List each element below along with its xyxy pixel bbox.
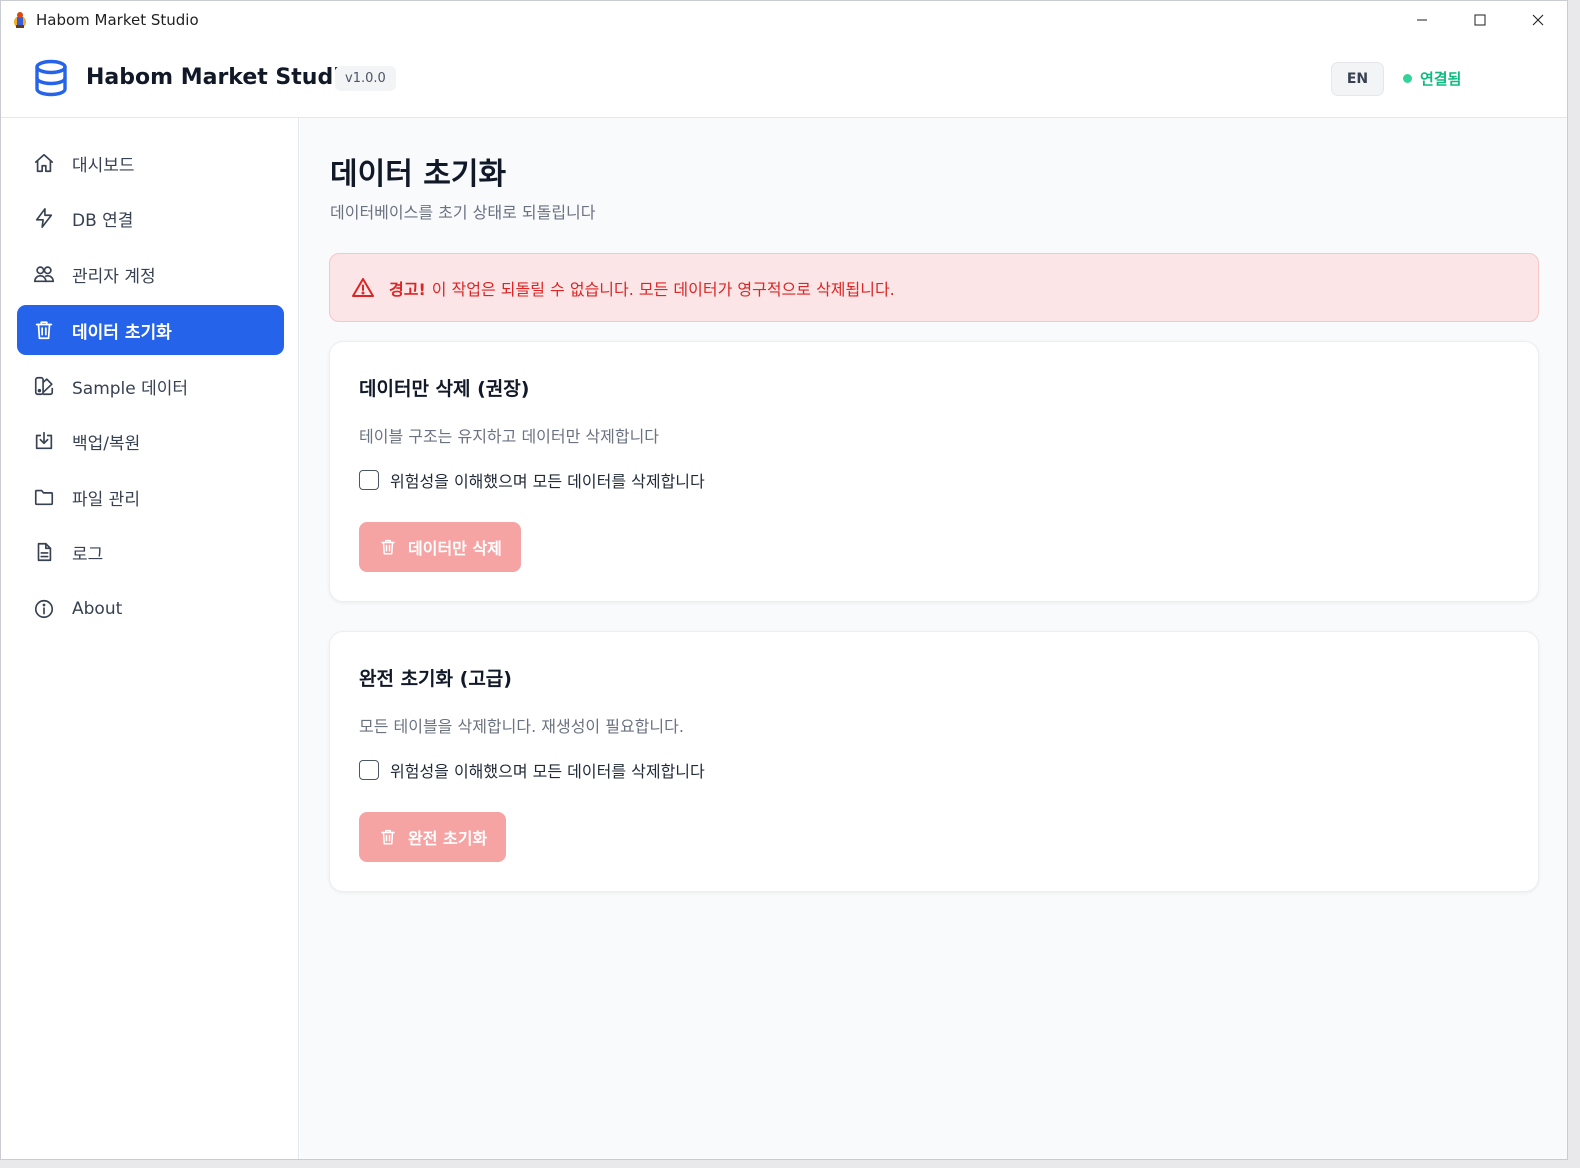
card-description: 테이블 구조는 유지하고 데이터만 삭제합니다 <box>359 427 660 446</box>
sidebar-item-label: 파일 관리 <box>72 489 140 510</box>
checkbox-label: 위험성을 이해했으며 모든 데이터를 삭제합니다 <box>390 472 705 491</box>
full-reset-button[interactable]: 완전 초기화 <box>359 812 507 862</box>
app-icon <box>12 11 28 28</box>
warning-message: 이 작업은 되돌릴 수 없습니다. 모든 데이터가 영구적으로 삭제됩니다. <box>431 279 895 299</box>
button-label: 완전 초기화 <box>408 829 488 848</box>
app-brand: Habom Market Studio <box>86 65 356 90</box>
card-description: 모든 테이블을 삭제합니다. 재생성이 필요합니다. <box>359 717 684 736</box>
sidebar-item-label: 대시보드 <box>72 155 135 176</box>
sidebar-item-label: 로그 <box>72 544 104 565</box>
sidebar-item-logs[interactable]: 로그 <box>17 527 284 577</box>
app-header: Habom Market Studio v1.0.0 EN 연결됨 <box>1 39 1567 118</box>
sidebar: 대시보드 DB 연결 관리자 계정 데이터 초기화 Sample 데이터 백업/… <box>1 118 299 1159</box>
sidebar-item-file-management[interactable]: 파일 관리 <box>17 472 284 522</box>
download-tray-icon <box>33 430 55 452</box>
confirm-full-reset-checkbox[interactable] <box>359 760 379 780</box>
status-dot-icon <box>1403 73 1412 83</box>
sidebar-item-label: 데이터 초기화 <box>72 322 172 343</box>
connection-status: 연결됨 <box>1403 67 1461 89</box>
sidebar-item-label: Sample 데이터 <box>72 378 189 399</box>
card-title: 완전 초기화 (고급) <box>359 668 512 690</box>
maximize-button[interactable] <box>1451 1 1509 39</box>
minimize-icon <box>1417 19 1427 21</box>
sidebar-item-dashboard[interactable]: 대시보드 <box>17 138 284 188</box>
card-title: 데이터만 삭제 (권장) <box>359 378 530 400</box>
sidebar-item-admin-account[interactable]: 관리자 계정 <box>17 249 284 299</box>
trash-icon <box>379 538 397 556</box>
confirm-full-reset-checkbox-row[interactable]: 위험성을 이해했으며 모든 데이터를 삭제합니다 <box>359 758 705 782</box>
confirm-delete-data-checkbox-row[interactable]: 위험성을 이해했으며 모든 데이터를 삭제합니다 <box>359 468 705 492</box>
sidebar-item-label: 관리자 계정 <box>72 266 156 287</box>
swatch-icon <box>33 375 55 397</box>
main-content: 데이터 초기화 데이터베이스를 초기 상태로 되돌립니다 경고! 이 작업은 되… <box>300 118 1567 1159</box>
delete-data-only-card: 데이터만 삭제 (권장) 테이블 구조는 유지하고 데이터만 삭제합니다 위험성… <box>329 341 1539 602</box>
sidebar-item-label: DB 연결 <box>72 210 134 231</box>
warning-label: 경고! <box>389 279 426 299</box>
title-bar: Habom Market Studio <box>1 1 1567 39</box>
database-icon <box>34 59 68 101</box>
confirm-delete-data-checkbox[interactable] <box>359 470 379 490</box>
full-reset-card: 완전 초기화 (고급) 모든 테이블을 삭제합니다. 재생성이 필요합니다. 위… <box>329 631 1539 892</box>
delete-data-only-button[interactable]: 데이터만 삭제 <box>359 522 521 572</box>
page-subtitle: 데이터베이스를 초기 상태로 되돌립니다 <box>330 203 596 222</box>
page-title: 데이터 초기화 <box>330 157 507 192</box>
button-label: 데이터만 삭제 <box>408 539 502 558</box>
lightning-icon <box>33 207 55 229</box>
checkbox-label: 위험성을 이해했으며 모든 데이터를 삭제합니다 <box>390 762 705 781</box>
app-window: Habom Market Studio Habom Market Studio … <box>0 0 1568 1160</box>
trash-icon <box>379 828 397 846</box>
users-icon <box>33 263 55 285</box>
language-toggle-button[interactable]: EN <box>1331 62 1384 96</box>
warning-triangle-icon <box>351 276 375 300</box>
window-title: Habom Market Studio <box>36 11 199 29</box>
document-icon <box>33 541 55 563</box>
trash-icon <box>33 319 55 341</box>
close-button[interactable] <box>1509 1 1567 39</box>
connection-status-label: 연결됨 <box>1420 69 1462 88</box>
sidebar-item-db-connection[interactable]: DB 연결 <box>17 193 284 243</box>
sidebar-item-data-reset[interactable]: 데이터 초기화 <box>17 305 284 355</box>
info-icon <box>33 598 55 620</box>
minimize-button[interactable] <box>1393 1 1451 39</box>
sidebar-item-about[interactable]: About <box>17 584 284 634</box>
sidebar-item-sample-data[interactable]: Sample 데이터 <box>17 361 284 411</box>
version-badge: v1.0.0 <box>335 66 396 91</box>
sidebar-item-backup-restore[interactable]: 백업/복원 <box>17 416 284 466</box>
home-icon <box>33 152 55 174</box>
warning-alert: 경고! 이 작업은 되돌릴 수 없습니다. 모든 데이터가 영구적으로 삭제됩니… <box>329 253 1539 322</box>
folder-icon <box>33 486 55 508</box>
maximize-icon <box>1474 14 1486 26</box>
close-icon <box>1532 14 1544 26</box>
sidebar-item-label: 백업/복원 <box>72 433 141 454</box>
sidebar-item-label: About <box>72 599 123 619</box>
